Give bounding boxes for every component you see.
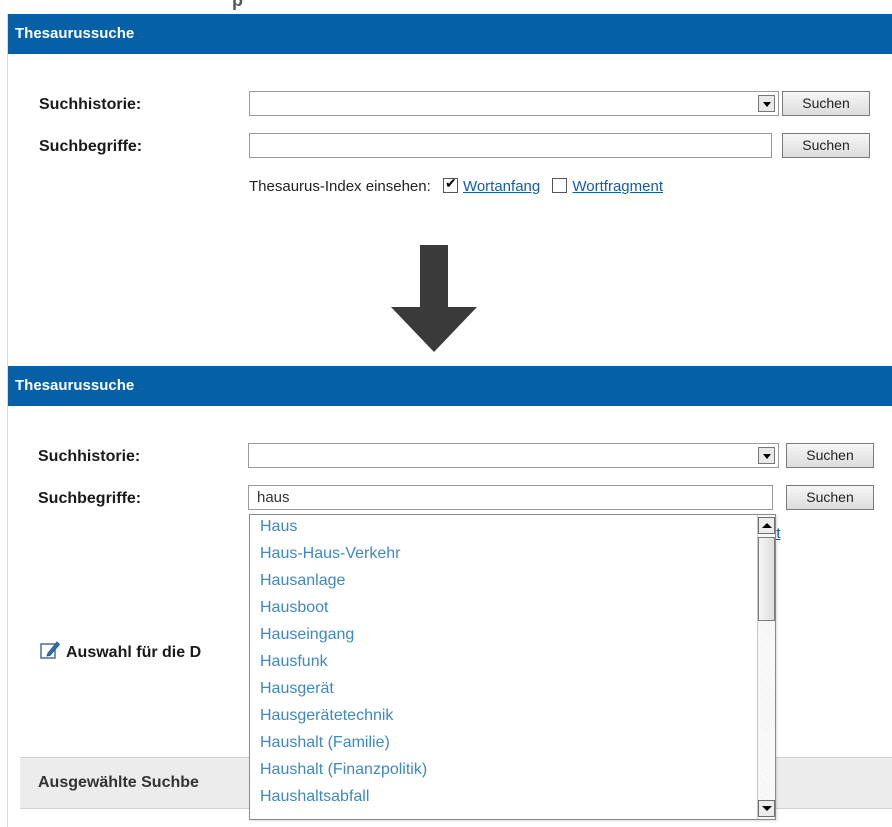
auswahl-heading: Auswahl für die D: [40, 640, 201, 662]
chevron-down-icon[interactable]: [758, 447, 775, 464]
suchhistorie-select[interactable]: [248, 443, 779, 468]
suggestion-item[interactable]: Haushaltsabfall: [260, 788, 427, 815]
suggestion-item[interactable]: Haus-Haus-Verkehr: [260, 545, 427, 572]
panel-header: Thesaurussuche: [8, 366, 892, 406]
previous-content-strip: p: [0, 0, 892, 14]
wortfragment-link[interactable]: Wortfragment: [572, 178, 663, 195]
selected-terms-label: Ausgewählte Suchbe: [38, 774, 199, 791]
suggestion-item[interactable]: Hausgerätetechnik: [260, 707, 427, 734]
suggestion-item[interactable]: Haushalt (Familie): [260, 734, 427, 761]
suchbegriffe-input[interactable]: [248, 485, 773, 510]
scroll-down-icon[interactable]: [758, 800, 775, 817]
suggestion-item[interactable]: Hausgerät: [260, 680, 427, 707]
suchbegriffe-search-button[interactable]: Suchen: [782, 133, 870, 158]
suchhistorie-label: Suchhistorie:: [38, 448, 141, 465]
suchbegriffe-label: Suchbegriffe:: [38, 490, 142, 507]
thesaurus-index-label: Thesaurus-Index einsehen:: [249, 178, 431, 195]
suggestion-list: Haus Haus-Haus-Verkehr Hausanlage Hausbo…: [260, 518, 427, 815]
suchhistorie-label: Suchhistorie:: [39, 96, 142, 113]
autocomplete-dropdown[interactable]: Haus Haus-Haus-Verkehr Hausanlage Hausbo…: [249, 514, 776, 820]
panel-header: Thesaurussuche: [8, 14, 892, 54]
wortanfang-link[interactable]: Wortanfang: [463, 178, 540, 195]
scrollbar-thumb[interactable]: [758, 537, 775, 621]
suchbegriffe-input[interactable]: [249, 133, 772, 158]
scroll-up-icon[interactable]: [758, 517, 775, 534]
suchhistorie-select[interactable]: [249, 91, 779, 116]
chevron-down-icon[interactable]: [758, 95, 775, 112]
suggestion-item[interactable]: Haushalt (Finanzpolitik): [260, 761, 427, 788]
wortfragment-checkbox[interactable]: [552, 178, 568, 193]
dropdown-scrollbar[interactable]: [757, 515, 775, 819]
suchbegriffe-label: Suchbegriffe:: [39, 138, 143, 155]
auswahl-label: Auswahl für die D: [66, 644, 202, 661]
suchhistorie-search-button[interactable]: Suchen: [786, 443, 874, 468]
suggestion-item[interactable]: Haus: [260, 518, 427, 545]
wortanfang-checkbox[interactable]: [442, 175, 458, 193]
down-arrow-icon: [391, 245, 477, 352]
suggestion-item[interactable]: Hausboot: [260, 599, 427, 626]
cut-off-text: p: [232, 0, 243, 10]
suggestion-item[interactable]: Hauseingang: [260, 626, 427, 653]
thesaurus-index-options: Thesaurus-Index einsehen: Wortanfang Wor…: [249, 175, 663, 195]
suchhistorie-search-button[interactable]: Suchen: [782, 91, 870, 116]
edit-icon: [40, 641, 60, 659]
suggestion-item[interactable]: Hausanlage: [260, 572, 427, 599]
suchbegriffe-search-button[interactable]: Suchen: [786, 485, 874, 510]
suggestion-item[interactable]: Hausfunk: [260, 653, 427, 680]
